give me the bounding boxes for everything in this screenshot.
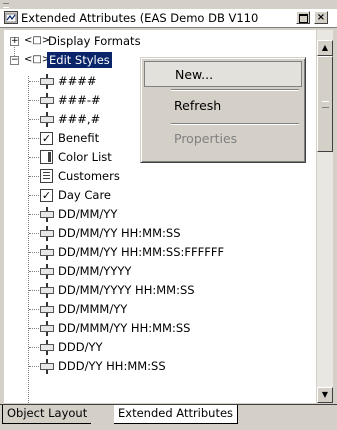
edit-mask-icon bbox=[40, 264, 54, 279]
tree-item-label: DDD/YY HH:MM:SS bbox=[58, 359, 166, 373]
close-button[interactable]: × bbox=[314, 11, 328, 24]
restore-icon bbox=[299, 14, 308, 23]
tab-strip: Object Layout Extended Attributes bbox=[0, 404, 337, 430]
tree-item-label: DD/MM/YYYY HH:MM:SS bbox=[58, 283, 195, 297]
edit-mask-icon bbox=[40, 245, 54, 260]
menu-separator bbox=[171, 89, 299, 91]
listbox-icon bbox=[40, 169, 53, 183]
edit-mask-icon bbox=[40, 74, 54, 89]
tree-connector bbox=[29, 138, 39, 139]
tree-connector bbox=[29, 328, 39, 329]
edit-mask-icon bbox=[40, 340, 54, 355]
tree-connector bbox=[29, 195, 39, 196]
menu-item-new[interactable]: New... bbox=[144, 61, 302, 87]
panel-grip[interactable] bbox=[3, 3, 9, 8]
context-menu: New... Refresh Properties bbox=[140, 57, 306, 163]
tree-connector bbox=[29, 252, 39, 253]
window-title: Extended Attributes (EAS Demo DB V110 bbox=[21, 11, 259, 25]
tree-item-label: Benefit bbox=[58, 131, 100, 145]
tree-connector bbox=[29, 100, 39, 101]
scroll-up-button[interactable]: ▲ bbox=[317, 40, 333, 56]
tree-connector bbox=[29, 347, 39, 348]
menu-item-properties: Properties bbox=[174, 131, 238, 146]
attribute-group-icon: <□> bbox=[24, 35, 51, 46]
checkbox-icon: ✓ bbox=[40, 132, 53, 145]
tree-connector bbox=[29, 81, 39, 82]
tree-connector bbox=[29, 214, 39, 215]
tree-item-label: Day Care bbox=[58, 188, 111, 202]
tree-item-label: #### bbox=[58, 74, 97, 88]
tab-extended-attributes[interactable]: Extended Attributes bbox=[114, 405, 239, 424]
edit-mask-icon bbox=[40, 93, 54, 108]
tree-connector bbox=[29, 366, 39, 367]
edit-mask-icon bbox=[40, 207, 54, 222]
edit-mask-icon bbox=[40, 112, 54, 127]
edit-mask-icon bbox=[40, 302, 54, 317]
thumb-grip bbox=[322, 101, 329, 108]
tree-connector bbox=[29, 119, 39, 120]
tree-connector bbox=[29, 271, 39, 272]
extended-attributes-panel: Extended Attributes (EAS Demo DB V110 × … bbox=[0, 0, 337, 430]
tree-item-label: DD/MM/YY bbox=[58, 207, 118, 221]
vertical-scrollbar[interactable]: ▲ ▼ bbox=[317, 30, 333, 403]
title-bar: Extended Attributes (EAS Demo DB V110 × bbox=[0, 9, 337, 28]
tree-connector bbox=[29, 290, 39, 291]
tree-connector bbox=[29, 157, 39, 158]
edit-mask-icon bbox=[40, 283, 54, 298]
tree-item-label: DD/MM/YYYY bbox=[58, 264, 132, 278]
tree-connector bbox=[28, 76, 29, 403]
tree-node-label: Edit Styles bbox=[47, 52, 112, 68]
dropdown-list-icon bbox=[40, 150, 53, 164]
menu-item-refresh[interactable]: Refresh bbox=[144, 93, 302, 119]
tree-item-label: DD/MM/YY HH:MM:SS:FFFFFF bbox=[58, 245, 225, 259]
edit-mask-icon bbox=[40, 359, 54, 374]
tree-item-label: DD/MMM/YY HH:MM:SS bbox=[58, 321, 191, 335]
restore-button[interactable] bbox=[296, 11, 310, 24]
collapse-icon[interactable]: − bbox=[10, 56, 19, 65]
tree-item-label: Color List bbox=[58, 150, 112, 164]
checkbox-icon: ✓ bbox=[40, 189, 53, 202]
tree-connector bbox=[29, 233, 39, 234]
edit-mask-icon bbox=[40, 321, 54, 336]
extended-attributes-icon bbox=[4, 11, 18, 24]
tree-node-label: Display Formats bbox=[48, 34, 141, 48]
tree-item-label: ###-# bbox=[58, 93, 101, 107]
expand-icon[interactable]: + bbox=[10, 37, 19, 46]
tab-object-layout[interactable]: Object Layout bbox=[2, 405, 92, 424]
edit-mask-icon bbox=[40, 226, 54, 241]
tree-item-label: DD/MMM/YY bbox=[58, 302, 128, 316]
tree-connector bbox=[29, 309, 39, 310]
menu-separator bbox=[171, 123, 299, 125]
tree-item-label: Customers bbox=[58, 169, 120, 183]
tree-item-label: DDD/YY bbox=[58, 340, 103, 354]
tree-item-label: DD/MM/YY HH:MM:SS bbox=[58, 226, 181, 240]
scroll-down-button[interactable]: ▼ bbox=[317, 387, 333, 403]
scroll-thumb[interactable] bbox=[317, 56, 333, 152]
tree-item-label: ###,# bbox=[58, 112, 101, 126]
tree-connector bbox=[29, 176, 39, 177]
